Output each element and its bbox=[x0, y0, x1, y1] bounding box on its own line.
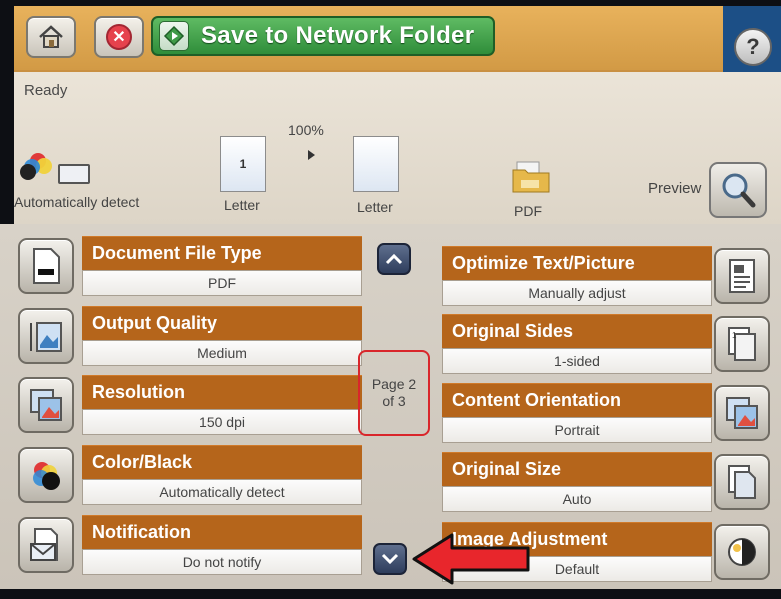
output-quality-icon bbox=[30, 322, 62, 352]
setting-title: Original Size bbox=[442, 452, 712, 486]
setting-title: Original Sides bbox=[442, 314, 712, 348]
setting-value: Portrait bbox=[442, 417, 712, 443]
original-size-button[interactable] bbox=[714, 454, 770, 510]
setting-value: 1-sided bbox=[442, 348, 712, 374]
setting-original-size[interactable]: Original Size Auto bbox=[442, 452, 772, 512]
setting-value: 150 dpi bbox=[82, 409, 362, 435]
color-wheel-icon bbox=[20, 153, 52, 180]
color-black-icon bbox=[33, 462, 60, 490]
document-file-type-icon bbox=[33, 248, 60, 284]
content-orientation-icon bbox=[726, 397, 758, 429]
setting-title: Resolution bbox=[82, 375, 362, 409]
color-black-button[interactable] bbox=[18, 447, 74, 503]
page-up-button[interactable] bbox=[377, 243, 411, 275]
setting-title: Content Orientation bbox=[442, 383, 712, 417]
page-indicator: Page 2 of 3 bbox=[358, 350, 430, 436]
setting-optimize-text-picture[interactable]: Optimize Text/Picture Manually adjust bbox=[442, 246, 772, 306]
start-button[interactable]: Save to Network Folder bbox=[151, 16, 495, 56]
scanner-icon bbox=[58, 164, 90, 184]
setting-value: Medium bbox=[82, 340, 362, 366]
start-button-label: Save to Network Folder bbox=[201, 22, 475, 49]
setting-value: Manually adjust bbox=[442, 280, 712, 306]
zoom-level: 100% bbox=[288, 122, 324, 138]
setting-value: Auto bbox=[442, 486, 712, 512]
original-sides-icon: 1 bbox=[728, 327, 756, 361]
play-arrow-icon bbox=[308, 150, 315, 160]
status-panel: Ready Automatically detect 1 Letter 100%… bbox=[14, 72, 781, 224]
output-quality-button[interactable] bbox=[18, 308, 74, 364]
setting-value: Do not notify bbox=[82, 549, 362, 575]
home-icon bbox=[39, 25, 63, 48]
image-adjustment-icon bbox=[728, 538, 756, 566]
color-mode-label: Automatically detect bbox=[14, 194, 140, 210]
setting-title: Color/Black bbox=[82, 445, 362, 479]
original-page-number: 1 bbox=[239, 157, 247, 171]
stop-button[interactable]: ✕ bbox=[94, 16, 144, 58]
content-orientation-button[interactable] bbox=[714, 385, 770, 441]
document-file-type-button[interactable] bbox=[18, 238, 74, 294]
setting-color-black[interactable]: Color/Black Automatically detect bbox=[18, 445, 362, 505]
stop-icon: ✕ bbox=[106, 24, 132, 50]
help-icon: ? bbox=[746, 34, 760, 59]
original-page-thumbnail: 1 bbox=[220, 136, 266, 192]
setting-title: Document File Type bbox=[82, 236, 362, 270]
output-page-thumbnail bbox=[353, 136, 399, 192]
optimize-text-picture-icon bbox=[729, 259, 755, 293]
setting-value: PDF bbox=[82, 270, 362, 296]
page-indicator-line2: of 3 bbox=[382, 393, 406, 409]
magnifier-icon bbox=[722, 173, 756, 208]
resolution-button[interactable] bbox=[18, 377, 74, 433]
setting-title: Notification bbox=[82, 515, 362, 549]
setting-title: Optimize Text/Picture bbox=[442, 246, 712, 280]
setting-original-sides[interactable]: Original Sides 1-sided 1 bbox=[442, 314, 772, 374]
printer-control-panel: ✕ Save to Network Folder ? Ready Automat… bbox=[0, 0, 781, 599]
output-size-label: Letter bbox=[357, 199, 393, 215]
original-size-icon bbox=[728, 465, 756, 499]
setting-resolution[interactable]: Resolution 150 dpi bbox=[18, 375, 362, 435]
page-indicator-line1: Page 2 bbox=[371, 376, 417, 392]
setting-title: Output Quality bbox=[82, 306, 362, 340]
optimize-text-picture-button[interactable] bbox=[714, 248, 770, 304]
setting-value: Automatically detect bbox=[82, 479, 362, 505]
setting-document-file-type[interactable]: Document File Type PDF bbox=[18, 236, 362, 296]
image-adjustment-button[interactable] bbox=[714, 524, 770, 580]
original-size-label: Letter bbox=[224, 197, 260, 213]
status-text: Ready bbox=[24, 82, 68, 99]
original-sides-button[interactable]: 1 bbox=[714, 316, 770, 372]
page-down-button[interactable] bbox=[373, 543, 407, 575]
preview-label: Preview bbox=[648, 180, 702, 197]
chevron-up-icon bbox=[385, 253, 403, 265]
setting-notification[interactable]: Notification Do not notify bbox=[18, 515, 362, 575]
network-folder-icon bbox=[512, 161, 550, 193]
notification-button[interactable] bbox=[18, 517, 74, 573]
start-icon bbox=[159, 21, 189, 51]
notification-icon bbox=[30, 528, 58, 561]
home-button[interactable] bbox=[26, 16, 76, 58]
setting-output-quality[interactable]: Output Quality Medium bbox=[18, 306, 362, 366]
preview-button[interactable] bbox=[709, 162, 767, 218]
top-bar: ✕ Save to Network Folder bbox=[14, 6, 723, 72]
file-type-label: PDF bbox=[514, 203, 542, 219]
svg-text:1: 1 bbox=[732, 331, 737, 340]
help-button[interactable]: ? bbox=[734, 28, 772, 66]
resolution-icon bbox=[30, 389, 62, 421]
setting-content-orientation[interactable]: Content Orientation Portrait bbox=[442, 383, 772, 443]
chevron-down-icon bbox=[381, 553, 399, 565]
red-arrow-annotation bbox=[412, 533, 530, 585]
